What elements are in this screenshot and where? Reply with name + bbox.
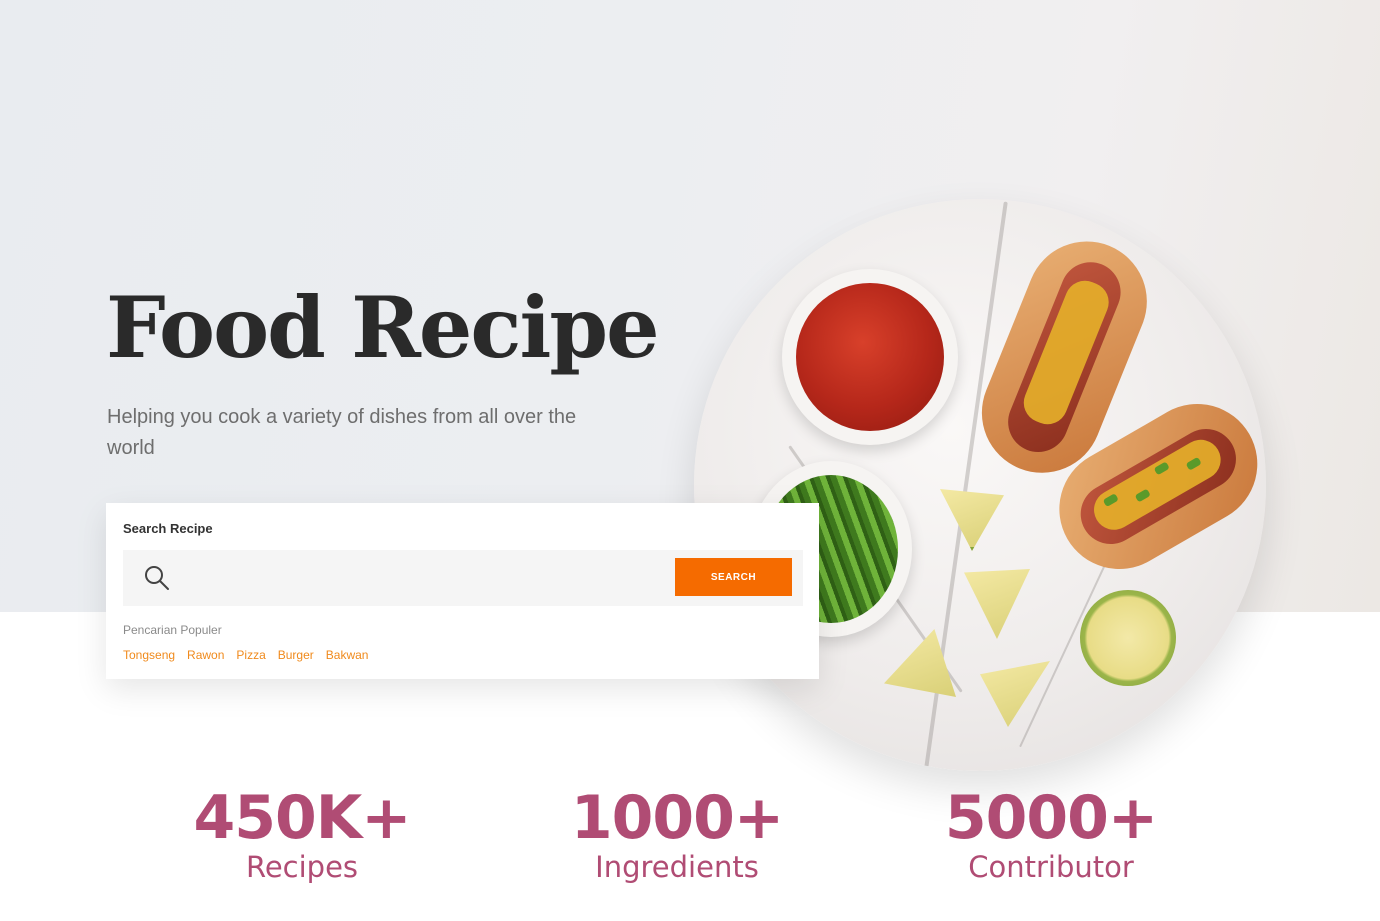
stat-contributor: 5000+ Contributor: [901, 786, 1201, 884]
popular-tag-rawon[interactable]: Rawon: [187, 648, 224, 662]
stat-label: Contributor: [968, 850, 1134, 884]
page-title: Food Recipe: [106, 278, 660, 377]
stat-recipes: 450K+ Recipes: [152, 786, 452, 884]
stat-value: 5000+: [944, 783, 1158, 853]
popular-tag-burger[interactable]: Burger: [278, 648, 314, 662]
stat-value: 450K+: [193, 783, 411, 853]
popular-tag-pizza[interactable]: Pizza: [236, 648, 265, 662]
search-label: Search Recipe: [123, 521, 213, 536]
stat-label: Ingredients: [595, 850, 759, 884]
popular-searches-label: Pencarian Populer: [123, 623, 222, 637]
search-button[interactable]: SEARCH: [675, 558, 792, 596]
lime-wedge-image: [980, 661, 1050, 727]
lime-wedge-image: [940, 489, 1004, 551]
popular-tag-bakwan[interactable]: Bakwan: [326, 648, 369, 662]
ketchup-bowl: [782, 269, 958, 445]
stat-label: Recipes: [245, 850, 359, 884]
stat-value: 1000+: [570, 783, 784, 853]
search-input[interactable]: [185, 560, 669, 598]
popular-searches-list: Tongseng Rawon Pizza Burger Bakwan: [123, 648, 368, 662]
lime-half-image: [1080, 590, 1176, 686]
popular-tag-tongseng[interactable]: Tongseng: [123, 648, 175, 662]
stat-ingredients: 1000+ Ingredients: [527, 786, 827, 884]
food-plate-image: [694, 199, 1266, 771]
lime-wedge-image: [964, 569, 1030, 639]
search-box: SEARCH: [123, 550, 803, 606]
search-icon: [145, 566, 169, 590]
hero-subtitle: Helping you cook a variety of dishes fro…: [107, 406, 577, 459]
search-card: Search Recipe SEARCH Pencarian Populer T…: [106, 503, 819, 679]
